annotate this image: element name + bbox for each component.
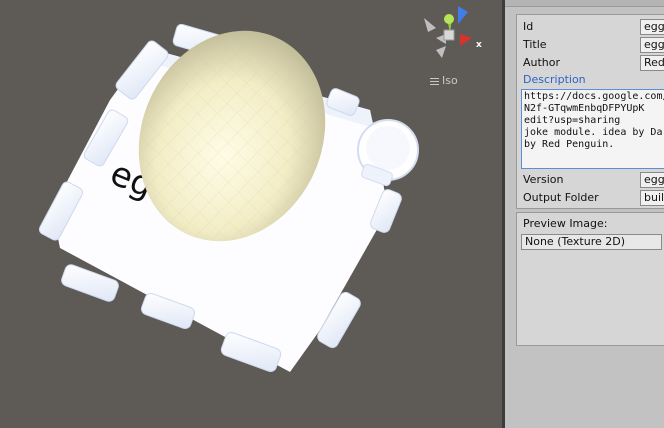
description-label: Description [523, 73, 586, 86]
description-line: by Red Penguin. [524, 139, 615, 150]
field-label-version: Version [523, 173, 564, 186]
title-field[interactable]: egg [640, 37, 664, 53]
gizmo-x-arrow[interactable] [460, 34, 472, 46]
field-label-author: Author [523, 56, 561, 69]
menu-lines-icon [430, 76, 439, 87]
inspector-top-strip [505, 0, 664, 7]
field-row-id: Id egg [517, 19, 664, 35]
version-field[interactable]: egg [640, 172, 664, 188]
scene-canvas[interactable]: eg e :) x [0, 0, 502, 428]
inspector-panel: Id egg Title egg Author Red Description … [505, 0, 664, 428]
output-folder-field[interactable]: buil [640, 190, 664, 206]
description-line: N2f-GTqwmEnbqDFPYUpK [524, 103, 645, 114]
preview-image-panel: Preview Image: None (Texture 2D) [516, 212, 664, 346]
axis-gizmo[interactable]: x [424, 6, 482, 58]
preview-image-field[interactable]: None (Texture 2D) [521, 234, 662, 250]
field-row-title: Title egg [517, 37, 664, 53]
field-row-version: Version egg [517, 172, 664, 188]
gizmo-x-label: x [476, 40, 482, 50]
description-line: joke module. idea by Da [524, 127, 663, 138]
author-field[interactable]: Red [640, 55, 664, 71]
gizmo-z-arrow[interactable] [458, 6, 468, 24]
description-textarea[interactable]: https://docs.google.com/ N2f-GTqwmEnbqDF… [521, 89, 664, 169]
field-label-id: Id [523, 20, 534, 33]
field-label-title: Title [523, 38, 547, 51]
field-row-author: Author Red [517, 55, 664, 71]
scene-view[interactable]: eg e :) x Iso [0, 0, 502, 428]
module-info-panel: Id egg Title egg Author Red Description … [516, 14, 664, 209]
description-line: edit?usp=sharing [524, 115, 621, 126]
projection-toggle[interactable]: Iso [430, 74, 458, 87]
preview-image-label: Preview Image: [523, 217, 608, 230]
projection-label: Iso [442, 74, 458, 87]
field-label-output-folder: Output Folder [523, 191, 599, 204]
id-field[interactable]: egg [640, 19, 664, 35]
field-row-output-folder: Output Folder buil [517, 190, 664, 206]
description-line: https://docs.google.com/ [524, 91, 664, 102]
